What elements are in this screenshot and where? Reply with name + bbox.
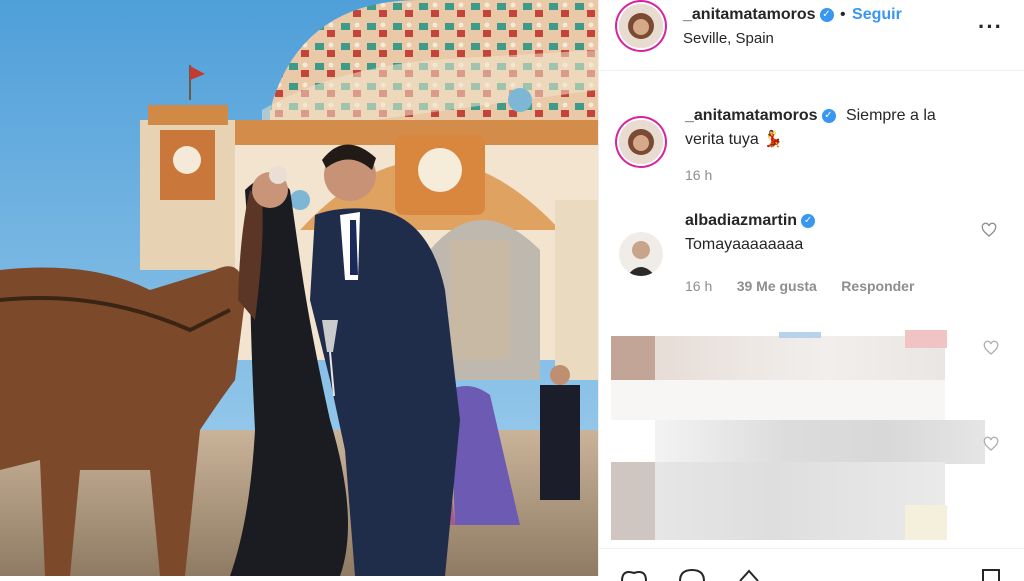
- caption-time[interactable]: 16 h: [685, 167, 712, 183]
- comment-likes[interactable]: 39 Me gusta: [737, 278, 817, 294]
- caption-username[interactable]: _anitamatamoros: [685, 107, 818, 124]
- comment-username[interactable]: albadiazmartin: [685, 212, 797, 229]
- verified-badge-icon: ✓: [819, 7, 834, 22]
- follow-button[interactable]: Seguir: [852, 6, 902, 23]
- share-icon[interactable]: [737, 567, 761, 581]
- reply-button[interactable]: Responder: [841, 278, 914, 294]
- author-username[interactable]: _anitamatamoros: [683, 6, 816, 23]
- avatar-image: [619, 120, 663, 164]
- post-image: [0, 0, 598, 576]
- comment-avatar[interactable]: [619, 232, 663, 276]
- comment-icon[interactable]: [677, 567, 707, 581]
- more-options-icon[interactable]: ···: [978, 14, 1003, 40]
- blurred-block: [905, 505, 947, 540]
- heart-icon[interactable]: [983, 340, 999, 356]
- caption-text-line1: Siempre a la: [845, 107, 936, 124]
- dancer-emoji: 💃: [763, 131, 784, 148]
- action-bar: [599, 548, 1024, 581]
- blurred-avatar: [611, 336, 655, 380]
- heart-icon[interactable]: [981, 222, 997, 238]
- comment-text: Tomayaaaaaaaa: [685, 236, 804, 253]
- verified-badge-icon: ✓: [801, 213, 816, 228]
- blurred-block: [655, 336, 945, 380]
- blurred-block: [655, 420, 985, 464]
- post-side-panel: _anitamatamoros ✓ • Seguir Seville, Spain…: [598, 0, 1024, 581]
- post-photo[interactable]: [0, 0, 598, 576]
- post-header: _anitamatamoros ✓ • Seguir Seville, Spain…: [599, 0, 1024, 71]
- caption-text-line2: verita tuya: [685, 131, 759, 148]
- heart-icon[interactable]: [619, 567, 649, 581]
- blurred-block: [905, 330, 947, 348]
- blurred-block: [611, 380, 945, 420]
- avatar-image: [619, 4, 663, 48]
- post-location[interactable]: Seville, Spain: [683, 30, 774, 47]
- dot-separator: •: [839, 6, 846, 23]
- verified-badge-icon: ✓: [821, 108, 836, 123]
- blurred-avatar: [611, 462, 655, 540]
- avatar-image: [619, 232, 663, 276]
- caption-avatar[interactable]: [619, 120, 663, 164]
- comment-time[interactable]: 16 h: [685, 278, 712, 294]
- bookmark-icon[interactable]: [979, 567, 1003, 581]
- heart-icon[interactable]: [983, 436, 999, 452]
- blurred-block: [779, 332, 821, 338]
- author-avatar[interactable]: [619, 4, 663, 48]
- blurred-block: [655, 462, 945, 540]
